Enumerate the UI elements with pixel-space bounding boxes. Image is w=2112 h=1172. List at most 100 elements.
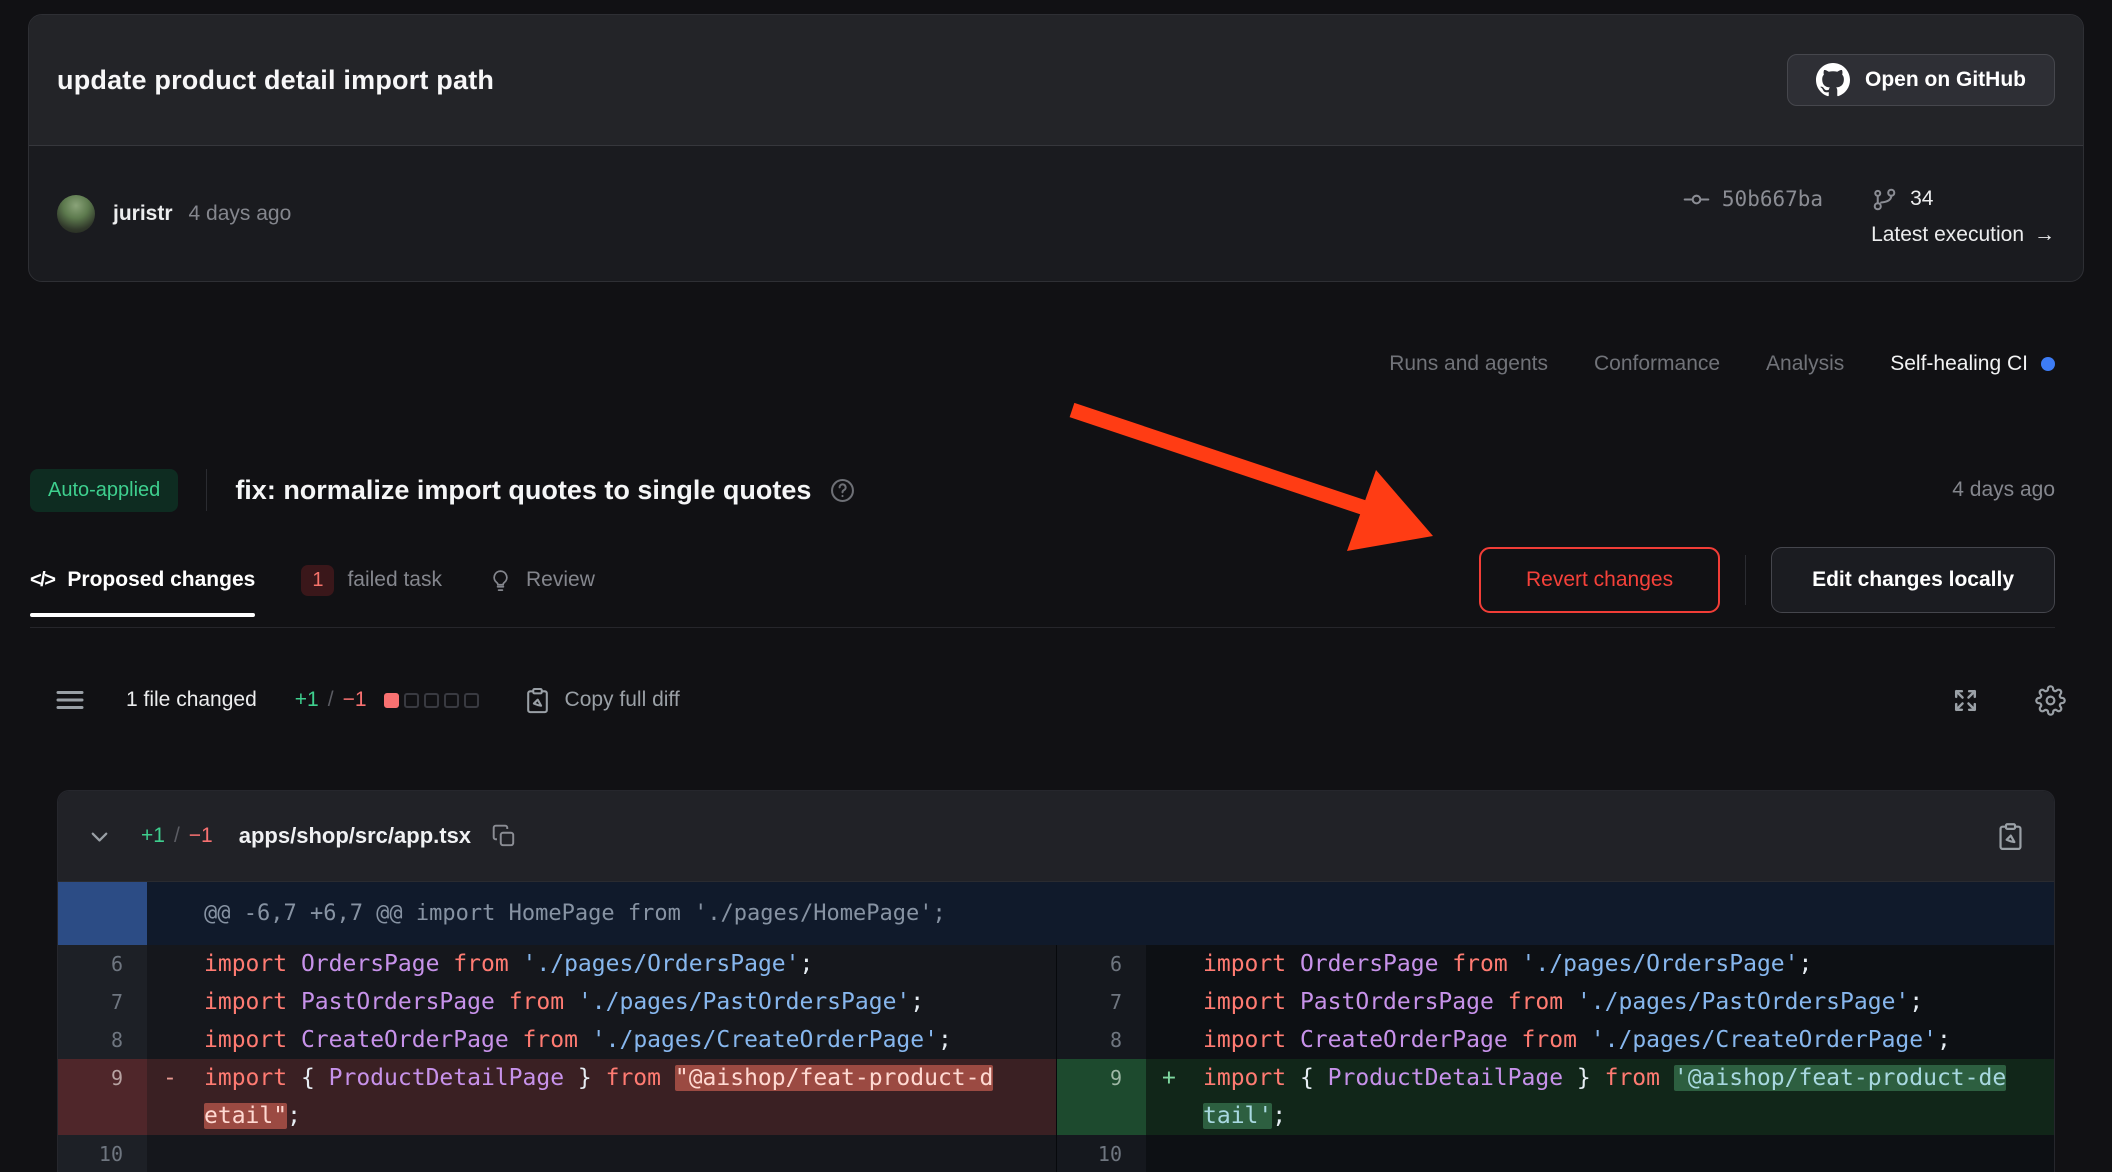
copy-file-diff-icon[interactable] [1995, 821, 2026, 852]
page-title: update product detail import path [57, 65, 494, 96]
nav-conformance[interactable]: Conformance [1594, 352, 1720, 376]
diff-file-header: +1 / −1 apps/shop/src/app.tsx [58, 791, 2054, 882]
files-changed-label: 1 file changed [126, 688, 257, 712]
auto-applied-badge: Auto-applied [30, 469, 178, 512]
clipboard-icon [523, 686, 552, 715]
code-line: +import { ProductDetailPage } from '@ais… [1146, 1059, 2054, 1135]
commit-sha[interactable]: 50b667ba [1683, 181, 1823, 217]
line-number: 9 [58, 1059, 147, 1135]
line-number: 6 [1057, 945, 1146, 983]
code-line: import CreateOrderPage from './pages/Cre… [147, 1021, 1056, 1059]
code-line [147, 1135, 1056, 1172]
code-line [1146, 1135, 2054, 1172]
fix-tabs-row: </> Proposed changes 1 failed task Revie… [30, 543, 2055, 617]
notification-dot [2041, 357, 2055, 371]
file-diffstat: +1 / −1 [141, 824, 213, 848]
tab-proposed-changes[interactable]: </> Proposed changes [30, 543, 255, 617]
diff-row: 7import PastOrdersPage from './pages/Pas… [58, 983, 1056, 1021]
self-healing-ci-page: update product detail import path Open o… [0, 0, 2112, 1172]
line-number: 10 [1057, 1135, 1146, 1172]
diff-row: 10 [1057, 1135, 2054, 1172]
git-branch-icon [1871, 186, 1898, 213]
diff-row: 9+import { ProductDetailPage } from '@ai… [1057, 1059, 2054, 1135]
commit-time: 4 days ago [189, 202, 292, 226]
code-line: import OrdersPage from './pages/OrdersPa… [1146, 945, 2054, 983]
line-number: 10 [58, 1135, 147, 1172]
diff-row: 9-import { ProductDetailPage } from "@ai… [58, 1059, 1056, 1135]
diff-toolbar: 1 file changed +1 / −1 Copy full diff [52, 672, 2066, 728]
diff-row: 6import OrdersPage from './pages/OrdersP… [1057, 945, 2054, 983]
diff-row: 7import PastOrdersPage from './pages/Pas… [1057, 983, 2054, 1021]
fullscreen-icon[interactable] [1950, 685, 1981, 716]
open-on-github-button[interactable]: Open on GitHub [1787, 54, 2055, 106]
line-number: 8 [1057, 1021, 1146, 1059]
diffstat-square [404, 693, 419, 708]
github-logo-icon [1816, 63, 1850, 97]
code-line: import CreateOrderPage from './pages/Cre… [1146, 1021, 2054, 1059]
tab-review[interactable]: Review [488, 543, 595, 617]
file-path: apps/shop/src/app.tsx [239, 823, 471, 849]
commit-sha-text: 50b667ba [1722, 187, 1823, 211]
code-line: import PastOrdersPage from './pages/Past… [1146, 983, 2054, 1021]
code-icon: </> [30, 569, 54, 592]
diffstat-square [464, 693, 479, 708]
help-icon[interactable] [829, 477, 856, 504]
diff-row: 10 [58, 1135, 1056, 1172]
line-number: 6 [58, 945, 147, 983]
edit-changes-locally-button[interactable]: Edit changes locally [1771, 547, 2055, 613]
diff-row: 8import CreateOrderPage from './pages/Cr… [1057, 1021, 2054, 1059]
arrow-right-icon: → [2034, 223, 2055, 247]
diff-row: 8import CreateOrderPage from './pages/Cr… [58, 1021, 1056, 1059]
revert-changes-button[interactable]: Revert changes [1479, 547, 1720, 613]
nav-self-healing-ci[interactable]: Self-healing CI [1890, 352, 2055, 376]
diff-row: 6import OrdersPage from './pages/OrdersP… [58, 945, 1056, 983]
hunk-text: @@ -6,7 +6,7 @@ import HomePage from './… [147, 882, 946, 945]
split-diff: 6import OrdersPage from './pages/OrdersP… [58, 945, 2054, 1172]
gear-icon[interactable] [2035, 685, 2066, 716]
commit-title-section: update product detail import path Open o… [29, 15, 2083, 146]
nav-runs-and-agents[interactable]: Runs and agents [1389, 352, 1548, 376]
divider [30, 627, 2055, 628]
line-number: 9 [1057, 1059, 1146, 1135]
failed-count-badge: 1 [301, 565, 334, 596]
fix-time: 4 days ago [1952, 478, 2055, 502]
fix-title: fix: normalize import quotes to single q… [235, 475, 811, 506]
code-line: -import { ProductDetailPage } from "@ais… [147, 1059, 1056, 1135]
fix-banner: Auto-applied fix: normalize import quote… [30, 464, 2055, 516]
line-number: 7 [1057, 983, 1146, 1021]
diff-file-card: +1 / −1 apps/shop/src/app.tsx @@ -6,7 +6… [57, 790, 2055, 1172]
divider [1745, 555, 1746, 605]
hunk-gutter [58, 882, 147, 945]
code-line: import PastOrdersPage from './pages/Past… [147, 983, 1056, 1021]
workspace-nav: Runs and agents Conformance Analysis Sel… [1389, 352, 2055, 376]
chevron-down-icon[interactable] [86, 823, 113, 850]
copy-path-icon[interactable] [491, 823, 517, 849]
tab-failed-task[interactable]: 1 failed task [301, 543, 442, 617]
line-number: 8 [58, 1021, 147, 1059]
execution-count: 34 [1910, 187, 1933, 211]
open-on-github-label: Open on GitHub [1865, 68, 2026, 92]
commit-header-card: update product detail import path Open o… [28, 14, 2084, 282]
file-list-menu-icon[interactable] [52, 682, 88, 718]
avatar [57, 195, 95, 233]
git-commit-icon [1683, 186, 1710, 213]
diffstat: +1 / −1 [295, 688, 367, 712]
latest-execution-link[interactable]: Latest execution → [1871, 223, 2055, 247]
commit-author: juristr [113, 202, 173, 226]
diff-marker: - [163, 1059, 177, 1097]
lightbulb-icon [488, 568, 513, 593]
diff-marker: + [1162, 1059, 1176, 1097]
diffstat-square [384, 693, 399, 708]
diffstat-square [444, 693, 459, 708]
diff-pane-right: 6import OrdersPage from './pages/OrdersP… [1056, 945, 2054, 1172]
nav-analysis[interactable]: Analysis [1766, 352, 1844, 376]
line-number: 7 [58, 983, 147, 1021]
divider [206, 469, 207, 511]
code-line: import OrdersPage from './pages/OrdersPa… [147, 945, 1056, 983]
copy-full-diff-button[interactable]: Copy full diff [523, 686, 680, 715]
diff-pane-left: 6import OrdersPage from './pages/OrdersP… [58, 945, 1056, 1172]
diffstat-squares [384, 693, 479, 708]
commit-meta-section: juristr 4 days ago 50b667ba 34 Latest ex… [29, 146, 2083, 282]
diffstat-square [424, 693, 439, 708]
hunk-header: @@ -6,7 +6,7 @@ import HomePage from './… [58, 882, 2054, 945]
